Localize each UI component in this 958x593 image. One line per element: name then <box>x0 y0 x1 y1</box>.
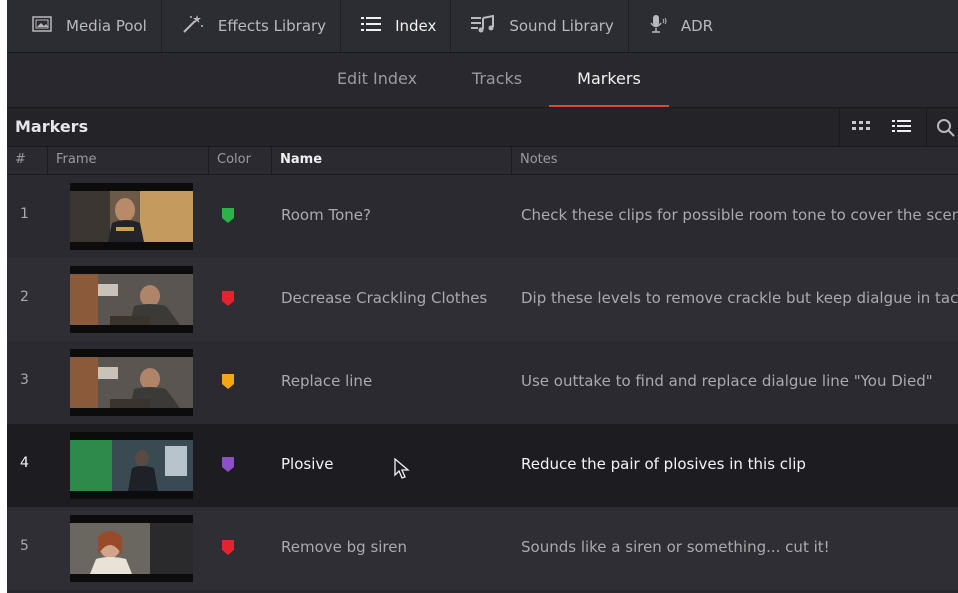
marker-row-2[interactable]: 2 Decrease Crackling Clothes Dip these l… <box>7 258 958 341</box>
marker-name: Remove bg siren <box>281 538 408 556</box>
marker-number: 4 <box>20 455 29 471</box>
view-toggle <box>839 108 927 146</box>
column-color[interactable]: Color <box>208 147 271 174</box>
index-panel: Media Pool Effects Library Index Sound L… <box>7 0 958 593</box>
marker-name: Replace line <box>281 372 373 390</box>
toolbar-sound-library[interactable]: Sound Library <box>451 0 629 52</box>
tab-markers[interactable]: Markers <box>549 53 669 107</box>
marker-row-4[interactable]: 4 Plosive Reduce the pair of plosives in… <box>7 424 958 507</box>
toolbar-effects-library[interactable]: Effects Library <box>162 0 342 52</box>
marker-thumbnail <box>70 266 193 333</box>
panel-title: Markers <box>15 117 89 136</box>
markers-panel-header: Markers <box>7 108 958 147</box>
toolbar-media-pool[interactable]: Media Pool <box>7 0 162 52</box>
toolbar-label: Effects Library <box>217 17 327 35</box>
marker-number: 3 <box>20 372 29 388</box>
index-list-icon <box>361 16 395 36</box>
tab-tracks[interactable]: Tracks <box>462 53 532 107</box>
table-header: # Frame Color Name Notes <box>7 147 958 175</box>
mouse-cursor-icon <box>394 457 410 484</box>
marker-thumbnail <box>70 432 193 499</box>
marker-row-1[interactable]: 1 Room Tone? Check these clips for possi… <box>7 175 958 258</box>
search-icon[interactable] <box>936 118 956 142</box>
marker-thumbnail <box>70 349 193 416</box>
marker-thumbnail <box>70 515 193 582</box>
top-toolbar: Media Pool Effects Library Index Sound L… <box>7 0 958 53</box>
marker-number: 5 <box>20 538 29 554</box>
toolbar-adr[interactable]: ADR <box>629 0 727 52</box>
column-num[interactable]: # <box>7 147 47 174</box>
marker-color-flag <box>222 374 234 389</box>
tab-edit-index[interactable]: Edit Index <box>326 53 428 107</box>
microphone-icon <box>649 14 681 38</box>
toolbar-label: ADR <box>680 17 714 35</box>
column-frame[interactable]: Frame <box>47 147 208 174</box>
effects-wand-icon <box>182 14 218 38</box>
grid-view-icon[interactable] <box>852 120 872 139</box>
marker-notes: Sounds like a siren or something... cut … <box>521 538 830 556</box>
list-view-icon[interactable] <box>892 119 912 138</box>
toolbar-label: Media Pool <box>66 17 147 35</box>
marker-row-3[interactable]: 3 Replace line Use outtake to find and r… <box>7 341 958 424</box>
marker-number: 2 <box>20 289 29 305</box>
marker-name: Decrease Crackling Clothes <box>281 289 488 307</box>
marker-number: 1 <box>20 206 29 222</box>
sound-library-icon <box>471 14 509 37</box>
marker-row-5[interactable]: 5 Remove bg siren Sounds like a siren or… <box>7 507 958 590</box>
column-notes[interactable]: Notes <box>511 147 958 174</box>
marker-color-flag <box>222 291 234 306</box>
marker-notes: Reduce the pair of plosives in this clip <box>521 455 806 473</box>
marker-notes: Use outtake to find and replace dialgue … <box>521 372 933 390</box>
marker-color-flag <box>222 540 234 555</box>
marker-notes: Dip these levels to remove crackle but k… <box>521 289 958 307</box>
toolbar-label: Sound Library <box>509 17 614 35</box>
marker-color-flag <box>222 457 234 472</box>
marker-thumbnail <box>70 183 193 250</box>
toolbar-label: Index <box>395 17 437 35</box>
column-name[interactable]: Name <box>271 147 511 174</box>
marker-color-flag <box>222 208 234 223</box>
marker-notes: Check these clips for possible room tone… <box>521 206 958 224</box>
media-pool-icon <box>32 16 66 36</box>
index-subtabs: Edit Index Tracks Markers <box>7 53 958 108</box>
marker-name: Plosive <box>281 455 334 473</box>
marker-name: Room Tone? <box>281 206 371 224</box>
toolbar-index[interactable]: Index <box>341 0 452 52</box>
